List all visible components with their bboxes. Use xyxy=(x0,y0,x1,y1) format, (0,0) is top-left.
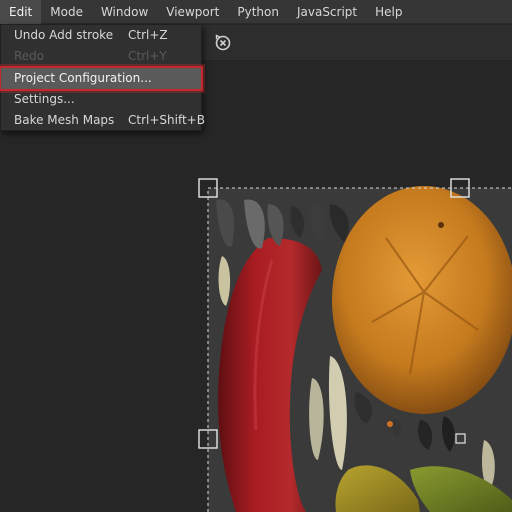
menu-viewport[interactable]: Viewport xyxy=(157,0,228,24)
menu-item-project-configuration[interactable]: Project Configuration... xyxy=(0,66,203,91)
menu-bar: Edit Mode Window Viewport Python JavaScr… xyxy=(0,0,512,24)
menu-help[interactable]: Help xyxy=(366,0,411,24)
menu-item-bake-mesh-maps-label: Bake Mesh Maps xyxy=(14,113,115,127)
menu-item-redo[interactable]: Redo Ctrl+Y xyxy=(1,46,201,67)
menu-item-settings-label: Settings... xyxy=(14,92,75,106)
menu-item-settings[interactable]: Settings... xyxy=(1,89,201,110)
menu-window[interactable]: Window xyxy=(92,0,157,24)
edit-menu-dropdown: Undo Add stroke Ctrl+Z Redo Ctrl+Y Proje… xyxy=(0,24,205,131)
menu-item-redo-label: Redo xyxy=(14,49,45,63)
menu-edit[interactable]: Edit xyxy=(0,0,42,24)
menu-item-undo-shortcut: Ctrl+Z xyxy=(128,28,168,42)
menu-item-bake-mesh-maps[interactable]: Bake Mesh Maps Ctrl+Shift+B xyxy=(1,110,205,131)
menu-javascript[interactable]: JavaScript xyxy=(288,0,366,24)
menu-item-undo-label: Undo Add stroke xyxy=(14,28,114,42)
menu-item-project-configuration-label: Project Configuration... xyxy=(14,71,152,85)
menu-mode[interactable]: Mode xyxy=(41,0,92,24)
menu-item-redo-shortcut: Ctrl+Y xyxy=(128,49,167,63)
clear-selection-icon[interactable] xyxy=(213,33,233,53)
menu-python[interactable]: Python xyxy=(228,0,288,24)
menu-item-undo[interactable]: Undo Add stroke Ctrl+Z xyxy=(1,25,201,46)
bun-top-island xyxy=(332,186,512,414)
menu-item-bake-mesh-maps-shortcut: Ctrl+Shift+B xyxy=(128,113,205,127)
